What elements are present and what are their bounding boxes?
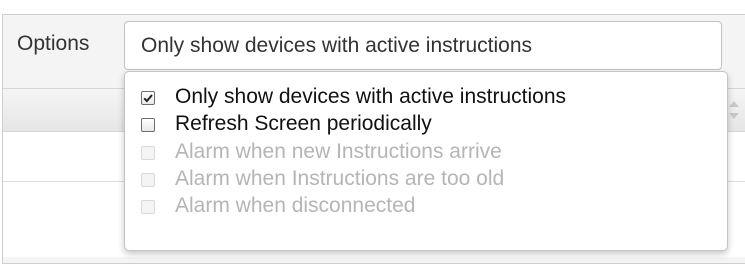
options-label: Options (17, 32, 90, 55)
checkbox[interactable] (141, 91, 155, 105)
checkbox (141, 173, 155, 187)
checkbox (141, 200, 155, 214)
option-label: Alarm when Instructions are too old (175, 167, 505, 190)
option-label: Alarm when disconnected (175, 194, 416, 217)
checkmark-icon (143, 94, 153, 103)
options-dropdown-menu: Only show devices with active instructio… (124, 71, 728, 251)
checkbox[interactable] (141, 118, 155, 132)
option-label: Only show devices with active instructio… (175, 85, 566, 108)
checkbox (141, 146, 155, 160)
option-label: Refresh Screen periodically (175, 112, 432, 135)
options-select[interactable]: Only show devices with active instructio… (124, 21, 722, 70)
option-label: Alarm when new Instructions arrive (175, 140, 502, 163)
options-select-value: Only show devices with active instructio… (141, 34, 532, 57)
sort-icon[interactable] (727, 97, 741, 123)
